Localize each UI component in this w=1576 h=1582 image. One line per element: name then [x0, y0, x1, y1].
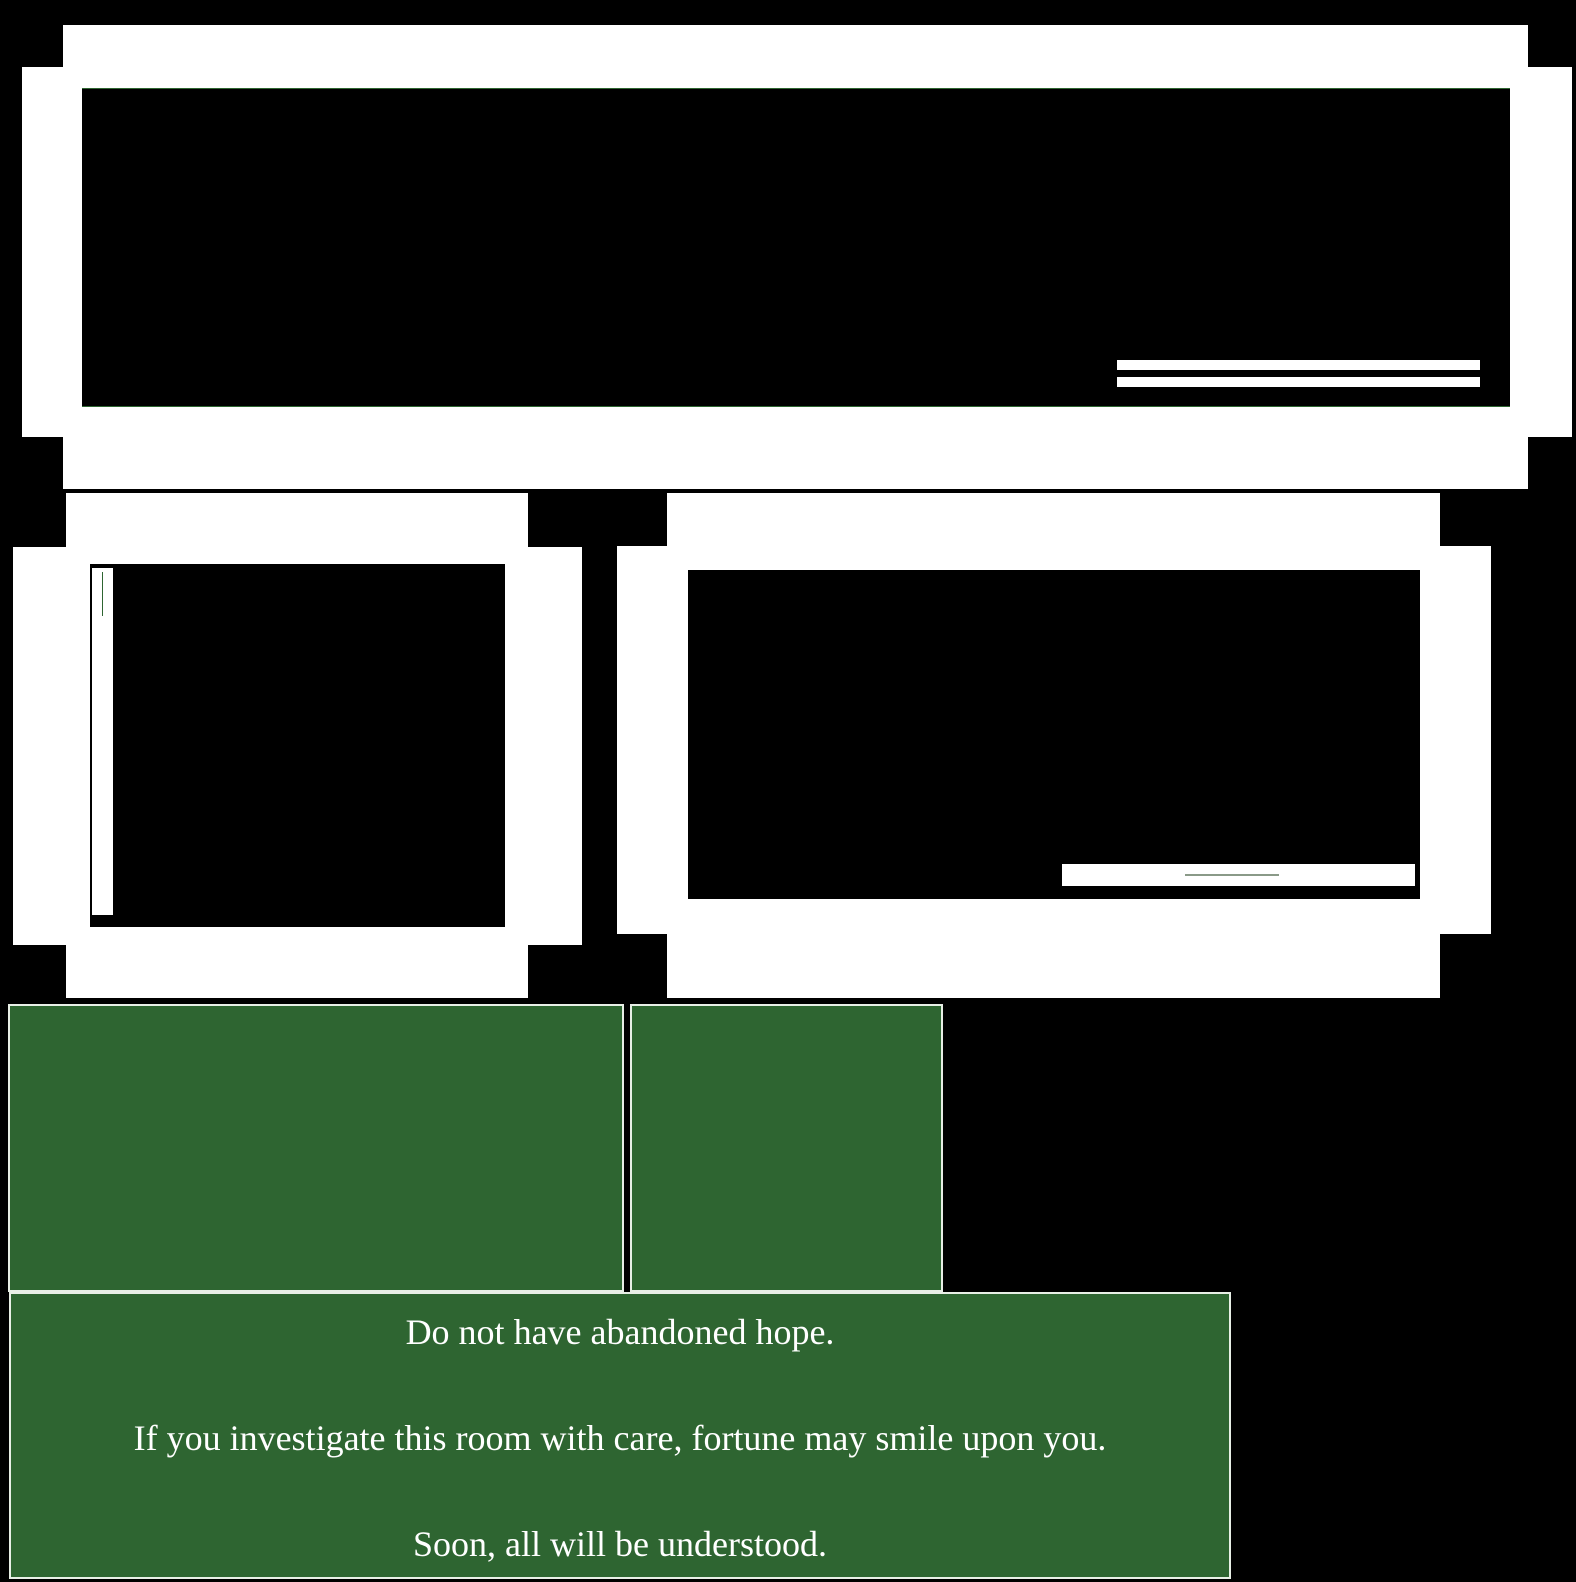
dialogue-box[interactable]: Do not have abandoned hope. If you inves…: [9, 1292, 1231, 1579]
portrait-screen-side-bar: [92, 568, 113, 915]
dialogue-line-1: Do not have abandoned hope.: [405, 1312, 835, 1352]
dialogue-line-3: Soon, all will be understood.: [413, 1524, 827, 1564]
portrait-screen-side-mark: [102, 572, 103, 616]
status-panel: [630, 1004, 943, 1292]
view-screen-bar-mark: [1185, 874, 1279, 876]
inventory-panel: [8, 1004, 624, 1292]
portrait-screen: [90, 564, 505, 927]
top-frame-left-tab: [22, 67, 72, 437]
top-frame-right-tab: [1518, 67, 1572, 437]
top-screen-bar-lower: [1117, 377, 1480, 387]
top-screen-bar-upper: [1117, 360, 1480, 370]
dialogue-line-2: If you investigate this room with care, …: [133, 1418, 1107, 1458]
view-screen: [688, 570, 1420, 899]
